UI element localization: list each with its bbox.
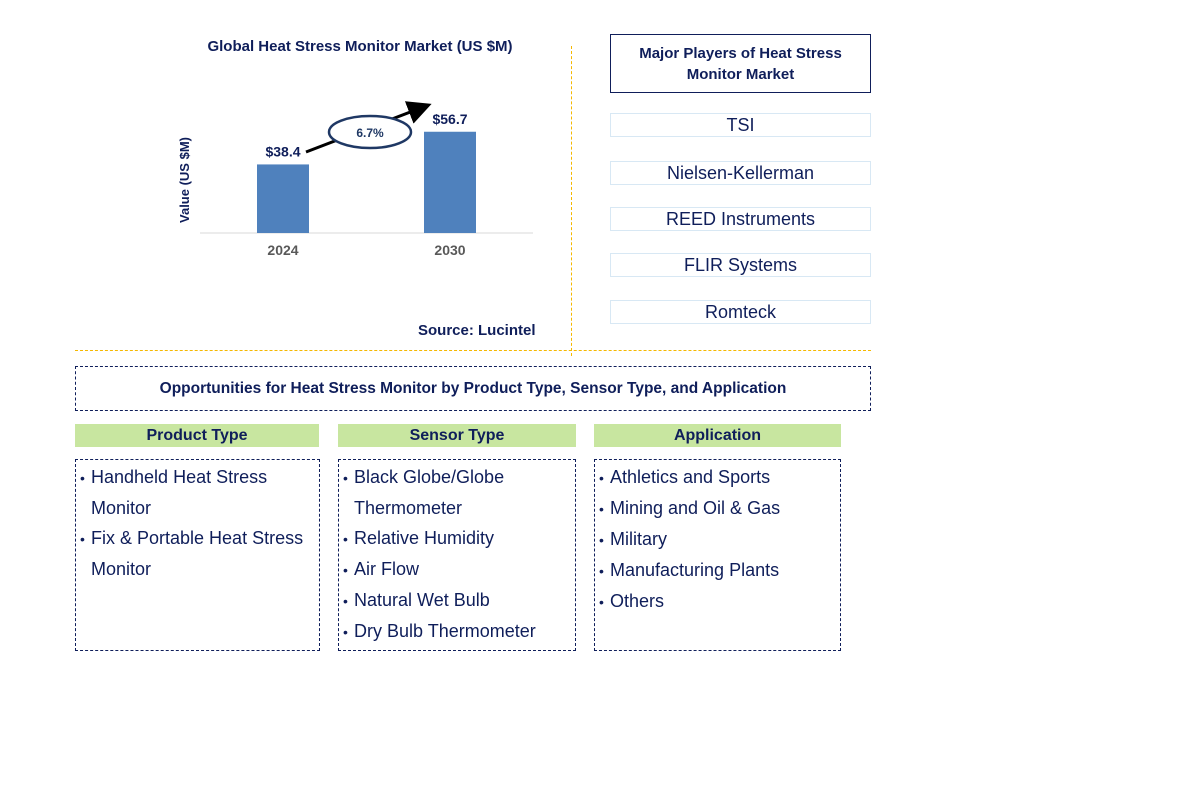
cagr-label: 6.7% <box>356 126 384 140</box>
category-header-product-type: Product Type <box>75 424 319 447</box>
players-title: Major Players of Heat Stress Monitor Mar… <box>610 34 871 93</box>
list-item: Handheld Heat Stress Monitor <box>80 462 315 523</box>
source-label: Source: Lucintel <box>418 322 536 339</box>
application-list: Athletics and Sports Mining and Oil & Ga… <box>594 459 841 651</box>
category-header-sensor-type: Sensor Type <box>338 424 576 447</box>
chart-title: Global Heat Stress Monitor Market (US $M… <box>207 38 513 55</box>
list-item: Air Flow <box>343 554 571 585</box>
list-item: Dry Bulb Thermometer <box>343 616 571 647</box>
player-item: REED Instruments <box>610 207 871 231</box>
bar-2024 <box>257 164 309 233</box>
player-item: TSI <box>610 113 871 137</box>
vertical-divider <box>571 46 572 356</box>
bar-2030 <box>424 131 476 233</box>
list-item: Natural Wet Bulb <box>343 585 571 616</box>
player-item: FLIR Systems <box>610 253 871 277</box>
list-item: Fix & Portable Heat Stress Monitor <box>80 523 315 584</box>
x-tick-label: 2024 <box>267 242 298 258</box>
player-item: Romteck <box>610 300 871 324</box>
list-item: Black Globe/Globe Thermometer <box>343 462 571 523</box>
x-tick-label: 2030 <box>434 242 465 258</box>
list-item: Athletics and Sports <box>599 462 836 493</box>
list-item: Military <box>599 524 836 555</box>
list-item: Mining and Oil & Gas <box>599 493 836 524</box>
list-item: Manufacturing Plants <box>599 555 836 586</box>
product-type-list: Handheld Heat Stress Monitor Fix & Porta… <box>75 459 320 651</box>
sensor-type-list: Black Globe/Globe Thermometer Relative H… <box>338 459 576 651</box>
category-header-application: Application <box>594 424 841 447</box>
horizontal-divider <box>75 350 871 351</box>
y-axis-label: Value (US $M) <box>177 137 192 223</box>
data-label: $56.7 <box>432 111 467 127</box>
player-item: Nielsen-Kellerman <box>610 161 871 185</box>
bar-chart: Value (US $M) $38.4 2024 $56.7 2030 6.7% <box>177 101 533 258</box>
data-label: $38.4 <box>265 143 300 159</box>
opportunities-title: Opportunities for Heat Stress Monitor by… <box>75 366 871 411</box>
list-item: Others <box>599 586 836 617</box>
list-item: Relative Humidity <box>343 523 571 554</box>
